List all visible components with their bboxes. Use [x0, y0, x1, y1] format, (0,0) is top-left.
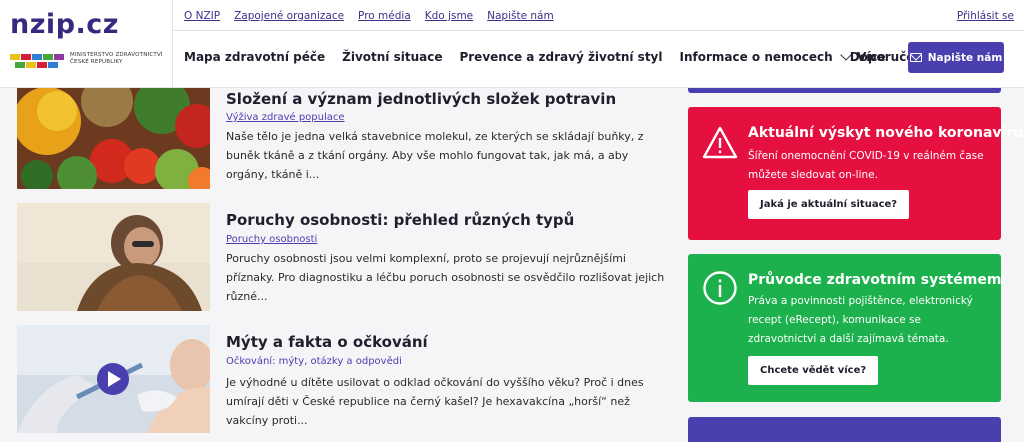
topnav-link-organizations[interactable]: Zapojené organizace	[234, 10, 344, 26]
topnav-link-contact[interactable]: Napište nám	[487, 10, 554, 26]
article-description: Naše tělo je jedna velká stavebnice mole…	[226, 130, 644, 181]
guide-card-text: Práva a povinnosti pojištěnce, elektroni…	[748, 295, 973, 345]
topnav-link-about[interactable]: Kdo jsme	[425, 10, 473, 26]
logo-divider	[172, 0, 173, 88]
article-thumbnail-person[interactable]	[17, 203, 210, 311]
guide-more-button[interactable]: Chcete vědět více?	[748, 356, 879, 385]
article-description: Poruchy osobnosti jsou velmi komplexní, …	[226, 252, 665, 303]
article-category-link[interactable]: Výživa zdravé populace	[226, 112, 345, 123]
article-title[interactable]: Poruchy osobnosti: přehled různých typů	[226, 211, 574, 229]
more-menu-toggle[interactable]: Více	[840, 49, 886, 64]
health-system-guide-card[interactable]: Průvodce zdravotním systémem Práva a pov…	[688, 254, 1001, 402]
mainnav-item-care-map[interactable]: Mapa zdravotní péče	[184, 50, 325, 64]
more-menu-label: Více	[857, 50, 886, 64]
covid-situation-button[interactable]: Jaká je aktuální situace?	[748, 190, 910, 219]
write-to-us-label: Napište nám	[927, 51, 1003, 64]
mainnav-item-life-situations[interactable]: Životní situace	[342, 50, 442, 64]
ministry-emblem-icon	[10, 54, 66, 68]
ministry-name-line: ČESKÉ REPUBLIKY	[70, 59, 123, 65]
ministry-logo: MINISTERSTVO ZDRAVOTNICTVÍ ČESKÉ REPUBLI…	[8, 51, 168, 73]
nzip-logo[interactable]: nzip.cz MINISTERSTVO ZDRAVOTNICTVÍ ČESKÉ…	[8, 7, 168, 83]
article-personality[interactable]: Poruchy osobnosti: přehled různých typů …	[17, 203, 677, 311]
mainnav-item-prevention[interactable]: Prevence a zdravý životní styl	[459, 50, 662, 64]
envelope-icon	[909, 53, 922, 62]
logo-text: nzip.cz	[10, 9, 119, 40]
article-category-link[interactable]: Poruchy osobnosti	[226, 234, 317, 245]
header-divider	[172, 30, 1024, 31]
covid-card-title: Aktuální výskyt nového koronaviru	[748, 125, 1024, 141]
guide-card-title: Průvodce zdravotním systémem	[748, 272, 1002, 288]
top-navigation: O NZIP Zapojené organizace Pro média Kdo…	[184, 10, 554, 26]
login-link[interactable]: Přihlásit se	[957, 10, 1014, 22]
article-title[interactable]: Mýty a fakta o očkování	[226, 333, 428, 351]
topnav-link-media[interactable]: Pro média	[358, 10, 411, 26]
write-to-us-button[interactable]: Napište nám	[908, 42, 1004, 73]
mainnav-item-diseases[interactable]: Informace o nemocech	[680, 50, 833, 64]
chevron-down-icon	[840, 49, 852, 61]
article-description: Je výhodné u dítěte usilovat o odklad oč…	[226, 376, 644, 427]
page: Složení a význam jednotlivých složek pot…	[0, 0, 1024, 442]
article-category-link[interactable]: Očkování: mýty, otázky a odpovědi	[226, 356, 402, 367]
ministry-name-line: MINISTERSTVO ZDRAVOTNICTVÍ	[70, 52, 163, 58]
article-title[interactable]: Složení a význam jednotlivých složek pot…	[226, 90, 616, 108]
article-vaccination[interactable]: Mýty a fakta o očkování Očkování: mýty, …	[17, 325, 677, 433]
covid-card-text: Šíření onemocnění COVID-19 v reálném čas…	[748, 150, 984, 181]
warning-icon	[702, 126, 738, 159]
topnav-link-o-nzip[interactable]: O NZIP	[184, 10, 220, 26]
site-header: nzip.cz MINISTERSTVO ZDRAVOTNICTVÍ ČESKÉ…	[0, 0, 1024, 88]
info-icon	[703, 271, 737, 305]
article-nutrition[interactable]: Složení a význam jednotlivých složek pot…	[17, 81, 677, 189]
article-thumbnail-vaccination-video[interactable]	[17, 325, 210, 433]
covid-card[interactable]: Aktuální výskyt nového koronaviru Šíření…	[688, 107, 1023, 240]
article-thumbnail-food[interactable]	[17, 81, 210, 189]
purple-card-bottom	[688, 417, 1001, 442]
